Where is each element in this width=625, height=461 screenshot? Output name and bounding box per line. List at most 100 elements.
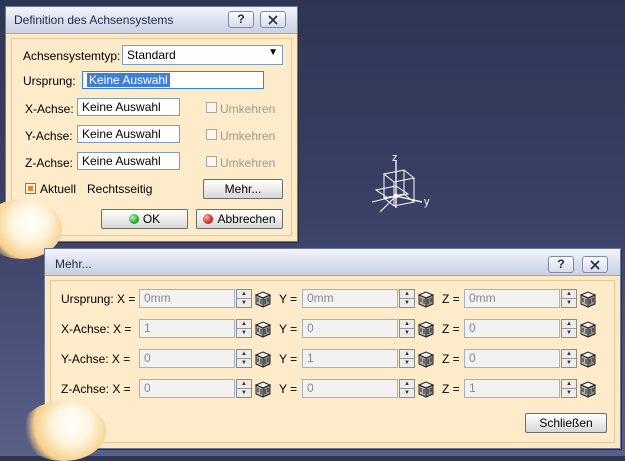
x-spinner[interactable]: ▲ ▼ — [236, 349, 252, 368]
origin-field[interactable]: Keine Auswahl — [82, 71, 264, 89]
spin-down-icon[interactable]: ▼ — [237, 359, 251, 367]
x-axis-value: Keine Auswahl — [82, 100, 161, 114]
axis-type-value: Standard — [127, 48, 176, 62]
z-coord-label: Z = — [442, 382, 460, 396]
measure-cube-icon[interactable] — [578, 349, 598, 369]
close-dialog-button[interactable]: Schließen — [525, 413, 607, 433]
z-spinner[interactable]: ▲ ▼ — [561, 379, 577, 398]
cancel-label: Abbrechen — [217, 212, 276, 226]
z-value: 0 — [469, 321, 476, 335]
z-value-field[interactable]: 0mm — [464, 289, 560, 308]
z-spinner[interactable]: ▲ ▼ — [561, 349, 577, 368]
y-axis-reverse-checkbox[interactable] — [206, 129, 217, 140]
spin-down-icon[interactable]: ▼ — [562, 359, 576, 367]
spin-down-icon[interactable]: ▼ — [562, 389, 576, 397]
spin-down-icon[interactable]: ▼ — [400, 299, 414, 307]
spin-down-icon[interactable]: ▼ — [237, 389, 251, 397]
measure-cube-icon[interactable] — [416, 379, 436, 399]
spin-up-icon[interactable]: ▲ — [237, 320, 251, 329]
x-axis-reverse-checkbox[interactable] — [206, 102, 217, 113]
axis-type-label: Achsensystemtyp: — [23, 49, 121, 63]
measure-cube-icon[interactable] — [253, 349, 273, 369]
measure-cube-icon[interactable] — [578, 379, 598, 399]
spin-up-icon[interactable]: ▲ — [400, 350, 414, 359]
z-axis-reverse-checkbox[interactable] — [206, 156, 217, 167]
axis-type-combo[interactable]: Standard ▼ — [122, 45, 283, 65]
measure-cube-icon[interactable] — [578, 319, 598, 339]
spin-down-icon[interactable]: ▼ — [400, 329, 414, 337]
z-spinner[interactable]: ▲ ▼ — [561, 319, 577, 338]
y-spinner[interactable]: ▲ ▼ — [399, 289, 415, 308]
spin-down-icon[interactable]: ▼ — [562, 299, 576, 307]
y-value: 0mm — [307, 291, 334, 305]
more-dialog-titlebar[interactable]: Mehr... ? — [45, 249, 620, 276]
spin-up-icon[interactable]: ▲ — [562, 380, 576, 389]
x-value-field[interactable]: 1 — [139, 319, 235, 338]
spin-up-icon[interactable]: ▲ — [237, 290, 251, 299]
y-spinner[interactable]: ▲ ▼ — [399, 319, 415, 338]
measure-cube-icon[interactable] — [416, 349, 436, 369]
spin-up-icon[interactable]: ▲ — [400, 320, 414, 329]
x-spinner[interactable]: ▲ ▼ — [236, 289, 252, 308]
y-spinner[interactable]: ▲ ▼ — [399, 349, 415, 368]
y-value-field[interactable]: 0 — [302, 319, 398, 338]
measure-cube-icon[interactable] — [578, 289, 598, 309]
more-close-button[interactable] — [582, 256, 608, 273]
x-value: 0 — [144, 381, 151, 395]
x-value-field[interactable]: 0 — [139, 349, 235, 368]
spin-up-icon[interactable]: ▲ — [237, 350, 251, 359]
ok-button[interactable]: OK — [101, 209, 188, 229]
z-spinner[interactable]: ▲ ▼ — [561, 289, 577, 308]
spin-up-icon[interactable]: ▲ — [562, 320, 576, 329]
close-button[interactable] — [260, 11, 286, 28]
spin-down-icon[interactable]: ▼ — [400, 359, 414, 367]
y-axis-label: Y-Achse: — [25, 129, 73, 143]
more-dialog-title: Mehr... — [55, 257, 92, 271]
z-coord-label: Z = — [442, 352, 460, 366]
y-value-field[interactable]: 0 — [302, 379, 398, 398]
measure-cube-icon[interactable] — [253, 319, 273, 339]
x-axis-reverse-label: Umkehren — [220, 102, 276, 116]
z-value-field[interactable]: 0 — [464, 349, 560, 368]
measure-cube-icon[interactable] — [416, 319, 436, 339]
y-coord-label: Y = — [279, 322, 298, 336]
axis-dialog-titlebar[interactable]: Definition des Achsensystems ? — [6, 7, 297, 34]
spin-up-icon[interactable]: ▲ — [562, 290, 576, 299]
row-label: X-Achse: X = — [61, 322, 132, 336]
y-value-field[interactable]: 1 — [302, 349, 398, 368]
measure-cube-icon[interactable] — [253, 379, 273, 399]
current-checkbox[interactable] — [25, 183, 36, 194]
spin-up-icon[interactable]: ▲ — [400, 380, 414, 389]
origin-label: Ursprung: — [23, 74, 76, 88]
spin-down-icon[interactable]: ▼ — [237, 299, 251, 307]
spin-down-icon[interactable]: ▼ — [562, 329, 576, 337]
compass-y-label: y — [424, 196, 430, 208]
measure-cube-icon[interactable] — [253, 289, 273, 309]
y-value: 0 — [307, 321, 314, 335]
spin-up-icon[interactable]: ▲ — [400, 290, 414, 299]
z-value-field[interactable]: 1 — [464, 379, 560, 398]
more-help-button[interactable]: ? — [548, 256, 574, 273]
y-axis-field[interactable]: Keine Auswahl — [77, 125, 180, 143]
axis-dialog-content: Achsensystemtyp: Standard ▼ Ursprung: Ke… — [0, 38, 292, 259]
spin-up-icon[interactable]: ▲ — [562, 350, 576, 359]
x-spinner[interactable]: ▲ ▼ — [236, 319, 252, 338]
x-spinner[interactable]: ▲ ▼ — [236, 379, 252, 398]
z-value: 0mm — [469, 291, 496, 305]
more-button[interactable]: Mehr... — [203, 179, 283, 199]
help-button[interactable]: ? — [228, 11, 254, 28]
spin-down-icon[interactable]: ▼ — [237, 329, 251, 337]
y-spinner[interactable]: ▲ ▼ — [399, 379, 415, 398]
y-value-field[interactable]: 0mm — [302, 289, 398, 308]
cancel-button[interactable]: Abbrechen — [196, 209, 283, 229]
spin-up-icon[interactable]: ▲ — [237, 380, 251, 389]
axis-compass-icon — [371, 160, 423, 213]
x-value-field[interactable]: 0mm — [139, 289, 235, 308]
spin-down-icon[interactable]: ▼ — [400, 389, 414, 397]
z-axis-field[interactable]: Keine Auswahl — [77, 152, 180, 170]
more-dialog: Mehr... ? Ursprung: X = 0mm ▲ ▼ Y = 0mm ▲ ▼ Z … — [21, 248, 621, 461]
measure-cube-icon[interactable] — [416, 289, 436, 309]
x-axis-field[interactable]: Keine Auswahl — [77, 98, 180, 116]
z-value-field[interactable]: 0 — [464, 319, 560, 338]
x-value-field[interactable]: 0 — [139, 379, 235, 398]
